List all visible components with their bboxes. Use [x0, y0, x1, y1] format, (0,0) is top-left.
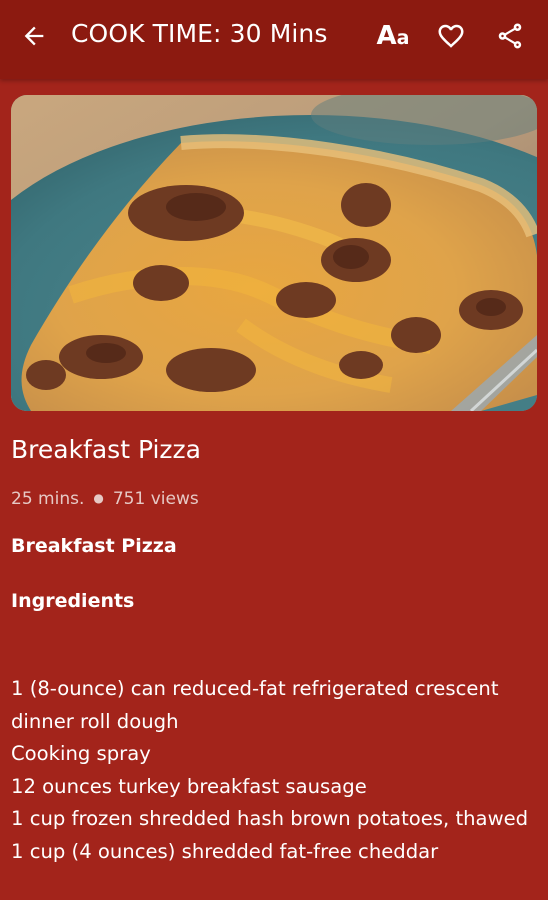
text-size-button[interactable]: Aa — [375, 18, 411, 54]
share-button[interactable] — [492, 18, 528, 54]
back-button[interactable] — [16, 18, 52, 54]
ingredients-heading: Ingredients — [11, 590, 135, 612]
ingredients-list: 1 (8-ounce) can reduced-fat refrigerated… — [11, 673, 533, 869]
arrow-left-icon — [24, 26, 44, 46]
recipe-views: 751 views — [112, 489, 199, 509]
ingredient-item: 12 ounces turkey breakfast sausage — [11, 774, 367, 798]
ingredient-item: 1 (8-ounce) can reduced-fat refrigerated… — [11, 677, 499, 733]
pizza-slice-photo — [11, 95, 537, 411]
separator-dot: ● — [93, 491, 104, 505]
cook-time-title: COOK TIME: 30 Mins — [71, 19, 328, 48]
recipe-time: 25 mins. — [11, 489, 85, 509]
recipe-content: Breakfast Pizza 25 mins. ● 751 views Break… — [11, 430, 537, 863]
heart-outline-icon — [438, 24, 464, 48]
ingredient-item: 1 cup frozen shredded hash brown potatoe… — [11, 807, 529, 831]
recipe-subtitle: Breakfast Pizza — [11, 535, 177, 557]
ingredient-item: 1 cup (4 ounces) shredded fat-free chedd… — [11, 839, 439, 863]
share-icon — [498, 23, 522, 49]
ingredient-item: Cooking spray — [11, 742, 151, 766]
text-size-icon: Aa — [376, 21, 410, 51]
recipe-image — [11, 95, 537, 411]
favorite-button[interactable] — [433, 18, 469, 54]
recipe-title: Breakfast Pizza — [11, 435, 201, 464]
recipe-meta: 25 mins. ● 751 views — [11, 485, 199, 512]
app-bar: COOK TIME: 30 Mins Aa — [0, 0, 548, 79]
